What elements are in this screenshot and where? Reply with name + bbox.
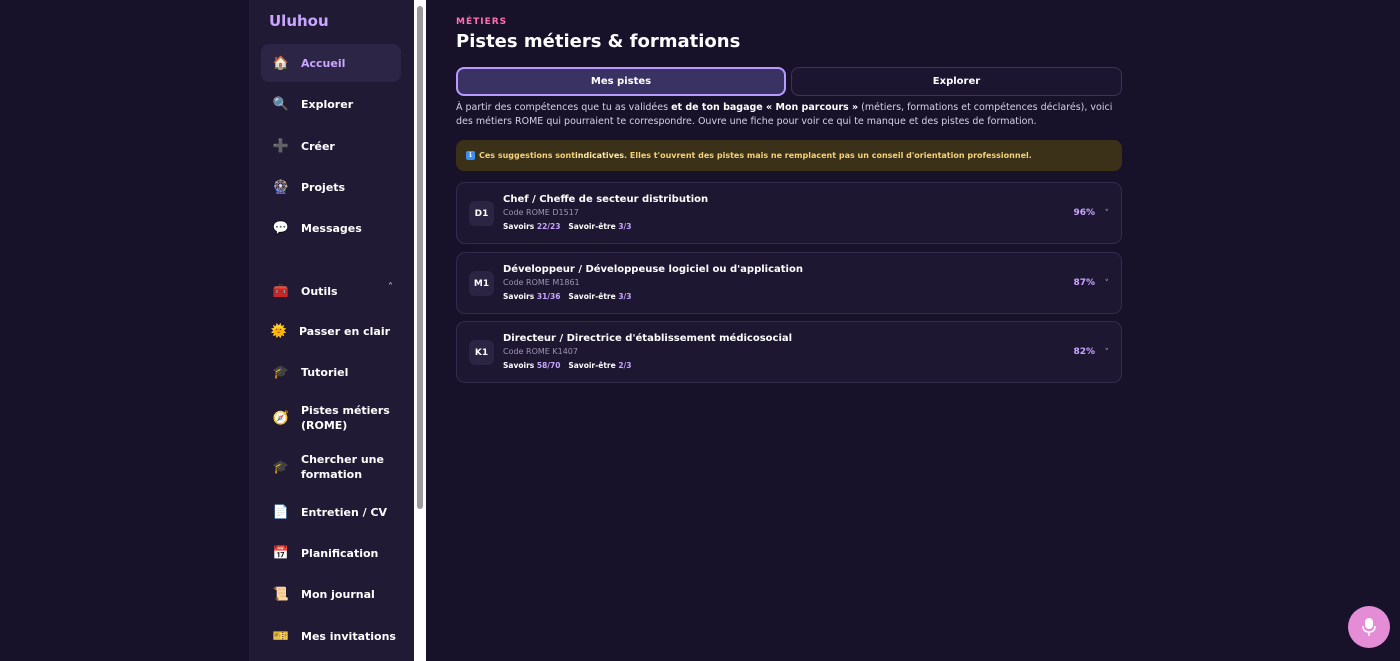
savoir-etre-value: 3/3 (618, 222, 632, 231)
page-eyebrow: MÉTIERS (456, 17, 508, 27)
sidebar-section-label: Outils (301, 284, 338, 298)
rome-code: Code ROME M1861 (503, 278, 580, 287)
job-title: Directeur / Directrice d'établissement m… (503, 333, 793, 344)
sidebar-item-explorer[interactable]: 🔍 Explorer (261, 85, 401, 123)
chevron-down-icon[interactable]: ˅ (1105, 348, 1110, 358)
job-title: Développeur / Développeuse logiciel ou d… (503, 264, 803, 275)
rome-code: Code ROME D1517 (503, 208, 579, 217)
tab-explorer[interactable]: Explorer (791, 67, 1122, 96)
savoirs-label: Savoirs (503, 222, 535, 231)
savoir-etre-label: Savoir-être (568, 222, 616, 231)
calendar-icon: 📅 (272, 545, 290, 561)
intro-text-bold: et de ton bagage « Mon parcours » (671, 102, 859, 113)
sidebar-item-pistes-metiers[interactable]: 🧭 Pistes métiers (ROME) (261, 398, 401, 438)
savoirs-value: 58/70 (536, 361, 561, 370)
home-icon: 🏠 (272, 55, 290, 71)
rome-badge: D1 (469, 201, 494, 226)
intro-text-part1: À partir des compétences que tu as valid… (456, 102, 672, 113)
sidebar-item-mes-invitations[interactable]: 🎫 Mes invitations (261, 617, 401, 655)
job-card[interactable]: K1 Directeur / Directrice d'établissemen… (456, 321, 1122, 383)
sidebar-item-label: Pistes métiers (ROME) (301, 404, 390, 432)
graduation-cap-icon: 🎓 (272, 364, 290, 380)
sidebar: Uluhou 🏠 Accueil 🔍 Explorer ➕ Créer 🎡 Pr… (249, 0, 414, 661)
chevron-down-icon[interactable]: ˅ (1105, 209, 1110, 219)
job-card[interactable]: M1 Développeur / Développeuse logiciel o… (456, 252, 1122, 314)
savoir-etre-value: 2/3 (618, 361, 632, 370)
sidebar-item-label: Entretien / CV (301, 505, 388, 519)
sidebar-item-label: Accueil (301, 56, 346, 70)
tab-mes-pistes[interactable]: Mes pistes (456, 67, 786, 96)
notice-text-part1: Ces suggestions sont (479, 151, 576, 160)
sidebar-item-label: Messages (301, 221, 362, 235)
toolbox-icon: 🧰 (272, 283, 290, 299)
savoirs-label: Savoirs (503, 361, 535, 370)
ticket-icon: 🎫 (272, 628, 290, 644)
sidebar-item-chercher-formation[interactable]: 🎓 Chercher une formation (261, 447, 401, 487)
match-percent: 87% (1073, 278, 1095, 288)
sidebar-item-label: Chercher une formation (301, 453, 384, 481)
chevron-up-icon[interactable]: ˄ (388, 282, 393, 293)
sidebar-item-label: Planification (301, 546, 379, 560)
job-card[interactable]: D1 Chef / Cheffe de secteur distribution… (456, 182, 1122, 244)
scrollbar-thumb[interactable] (417, 6, 423, 509)
savoir-etre-label: Savoir-être (568, 361, 616, 370)
microphone-icon (1362, 618, 1376, 636)
chat-bubble-icon: 💬 (272, 220, 290, 236)
skill-stats: Savoirs 22/23 Savoir-être 3/3 (503, 222, 632, 231)
sun-icon: 🌞 (270, 323, 288, 339)
disclaimer-notice: ℹ Ces suggestions sont indicatives. Elle… (456, 140, 1122, 171)
sidebar-item-planification[interactable]: 📅 Planification (261, 534, 401, 572)
sidebar-item-label: Explorer (301, 97, 354, 111)
sidebar-item-passer-en-clair[interactable]: 🌞 Passer en clair (261, 312, 401, 350)
sidebar-section-outils[interactable]: 🧰 Outils ˄ (261, 272, 401, 310)
sidebar-item-label: Projets (301, 180, 346, 194)
savoirs-value: 22/23 (536, 222, 561, 231)
sidebar-item-label: Passer en clair (299, 324, 391, 338)
sidebar-item-messages[interactable]: 💬 Messages (261, 209, 401, 247)
sidebar-item-label: Mes invitations (301, 629, 396, 643)
brand-logo[interactable]: Uluhou (269, 12, 329, 30)
graduation-cap-icon: 🎓 (272, 459, 290, 475)
rome-badge: M1 (469, 271, 494, 296)
job-title: Chef / Cheffe de secteur distribution (503, 194, 709, 205)
sidebar-item-projets[interactable]: 🎡 Projets (261, 168, 401, 206)
plus-icon: ➕ (272, 138, 290, 154)
info-icon: ℹ (466, 151, 475, 160)
sidebar-item-creer[interactable]: ➕ Créer (261, 127, 401, 165)
sidebar-item-tutoriel[interactable]: 🎓 Tutoriel (261, 353, 401, 391)
page-title: Pistes métiers & formations (456, 31, 741, 52)
sidebar-item-label: Mon journal (301, 587, 375, 601)
voice-assistant-button[interactable] (1348, 606, 1390, 648)
intro-text: À partir des compétences que tu as valid… (456, 101, 1122, 129)
chevron-down-icon[interactable]: ˅ (1105, 279, 1110, 289)
projects-icon: 🎡 (272, 179, 290, 195)
match-percent: 96% (1073, 208, 1095, 218)
match-percent: 82% (1073, 347, 1095, 357)
sidebar-item-label: Tutoriel (301, 365, 349, 379)
savoirs-value: 31/36 (536, 292, 561, 301)
savoir-etre-value: 3/3 (618, 292, 632, 301)
compass-icon: 🧭 (272, 410, 290, 426)
notice-text-part2: . Elles t'ouvrent des pistes mais ne rem… (624, 151, 1032, 160)
sidebar-item-mon-journal[interactable]: 📜 Mon journal (261, 575, 401, 613)
notice-text-bold: indicatives (575, 151, 625, 160)
search-icon: 🔍 (272, 96, 290, 112)
sidebar-item-label: Créer (301, 139, 335, 153)
document-icon: 📄 (272, 504, 290, 520)
sidebar-item-accueil[interactable]: 🏠 Accueil (261, 44, 401, 82)
sidebar-scrollbar[interactable] (414, 0, 426, 661)
rome-badge: K1 (469, 340, 494, 365)
sidebar-item-entretien-cv[interactable]: 📄 Entretien / CV (261, 493, 401, 531)
rome-code: Code ROME K1407 (503, 347, 578, 356)
savoirs-label: Savoirs (503, 292, 535, 301)
scroll-icon: 📜 (272, 586, 290, 602)
skill-stats: Savoirs 58/70 Savoir-être 2/3 (503, 361, 632, 370)
skill-stats: Savoirs 31/36 Savoir-être 3/3 (503, 292, 632, 301)
savoir-etre-label: Savoir-être (568, 292, 616, 301)
